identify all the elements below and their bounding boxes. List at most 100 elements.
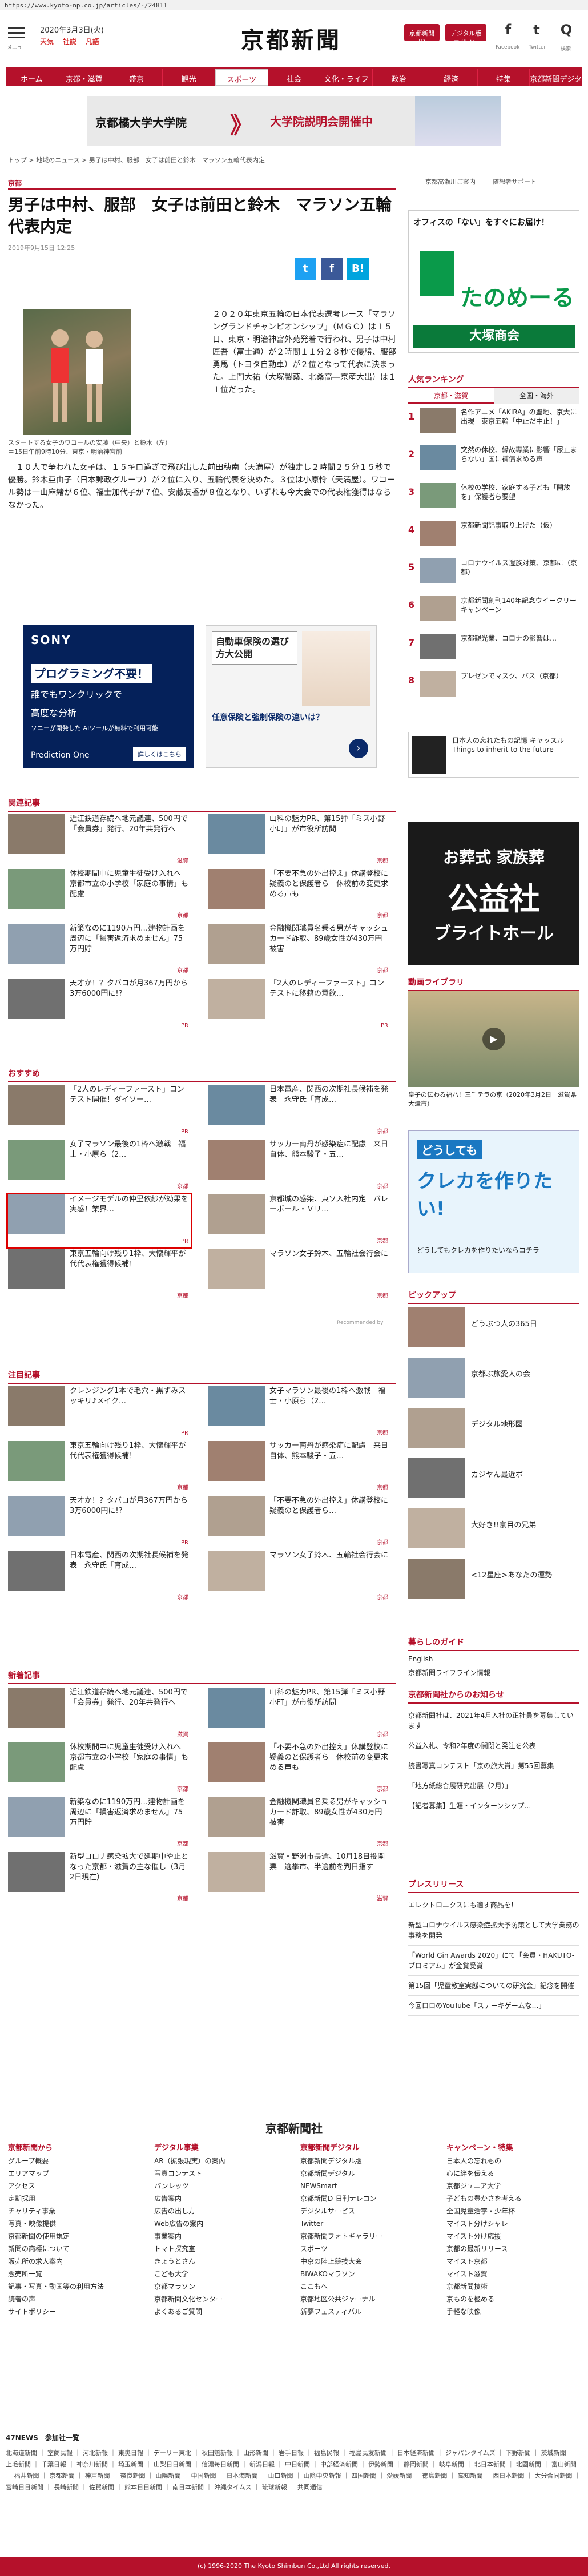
facebook-icon[interactable]: f [498,22,518,42]
footer-link[interactable]: 写真コンテスト [154,2167,285,2180]
footer-link[interactable]: BIWAKOマラソン [300,2268,432,2280]
ranking-item[interactable]: 8 プレゼンでマスク、バス（京都） [408,670,579,700]
article-card[interactable]: 新築なのに1190万円…建物計画を周辺に「損害返済求めません」75万円貯 京都 [8,924,191,976]
notice-item[interactable]: 公益入札、令和2年度の開閉と発注を公表 [408,1736,579,1756]
sony-ad[interactable]: SONY プログラミング不要！ 誰でもワンクリックで 高度な分析 ソニーが開発し… [23,625,194,768]
pickup-item[interactable]: <12星座>あなたの運勢 [408,1557,579,1603]
footer-link[interactable]: 心に絆を伝える [446,2167,578,2180]
breadcrumb[interactable]: トップ > 地域のニュース > 男子は中村、服部 女子は前田と鈴木 マラソン五輪… [8,155,265,164]
site-logo[interactable]: 京都新聞 [206,22,377,55]
nav-kyoto-shiga[interactable]: 京都・滋賀 [58,69,111,86]
news47-members[interactable]: 北海道新聞 ｜ 室蘭民報 ｜ 河北新報 ｜ 東奥日報 ｜ デーリー東北 ｜ 秋田… [6,2448,582,2493]
hotel-ad[interactable]: 日本人の忘れたもの記憶 キャッスル Things to inherit to t… [408,732,579,778]
tanomail-ad[interactable]: オフィスの「ない」をすぐにお届け！ たのめーる 大塚商会 [408,210,579,353]
footer-link[interactable]: 京都新聞デジタル版 [300,2155,432,2167]
nav-culture-life[interactable]: 文化・ライフ [320,69,373,86]
video-caption[interactable]: 皇子の伝わる福ハ！三千テラの京（2020年3月2日 滋賀県大津市） [408,1090,579,1109]
nav-economy[interactable]: 経済 [425,69,478,86]
footer-link[interactable]: 事業案内 [154,2230,285,2243]
footer-link[interactable]: 全国児童活字・少年杯 [446,2205,578,2217]
digital-login-button[interactable]: デジタル版ログイン [445,24,486,46]
kyoto-id-button[interactable]: 京都新聞ID [404,24,440,45]
article-card[interactable]: 近江鉄道存続へ地元議連、500円で「会員券」発行、20年共発行へ 滋賀 [8,1688,191,1740]
footer-link[interactable]: 京都新聞フォトギャラリー [300,2230,432,2243]
article-card[interactable]: 女子マラソン最後の1枠へ激戦 福士・小原ら（2… 京都 [8,1140,191,1192]
pickup-item[interactable]: 大好き!!京目の兄弟 [408,1507,579,1553]
footer-logo[interactable]: 京都新聞社 [0,2119,588,2136]
article-card[interactable]: サッカー南丹が感染症に配慮 来日自体、熊本駿子・五… 京都 [208,1441,390,1494]
article-card[interactable]: 休校期間中に児童生徒受け入れへ 京都市立の小学校「家庭の事情」も配慮 京都 [8,1742,191,1795]
article-card[interactable]: 「2人のレディーファースト」コンテストに移籍の意欲… PR [208,979,390,1031]
tab-national[interactable]: 全国・海外 [494,388,579,404]
article-card[interactable]: イメージモデルの仲里依紗が効果を実感！業界… PR [6,1193,192,1249]
press-item[interactable]: 第15回「児童教室実態についての研究会」記念を開催 [408,1976,579,1996]
footer-link[interactable]: 広告の出し方 [154,2205,285,2217]
article-card[interactable]: 京都城の感染、東ソ入社内定 バレーボール・Ｖリ… 京都 [208,1194,390,1247]
press-item[interactable]: 「World Gin Awards 2020」にて「会員・HAKUTO-ブロミア… [408,1946,579,1976]
weather-link[interactable]: 天気 [40,38,54,46]
article-card[interactable]: 女子マラソン最後の1枠へ激戦 福士・小原ら（2… 京都 [208,1386,390,1439]
article-card[interactable]: サッカー南丹が感染症に配慮 来日自体、熊本駿子・五… 京都 [208,1140,390,1192]
chevron-right-icon[interactable]: › [349,739,368,758]
footer-link[interactable]: 京都新聞文化センター [154,2293,285,2305]
nav-sports[interactable]: スポーツ [215,69,268,86]
footer-link[interactable]: 写真・映像提供 [8,2217,139,2230]
twitter-icon[interactable]: t [526,22,547,42]
play-icon[interactable]: ▶ [482,1028,505,1050]
footer-link[interactable]: トマト探究室 [154,2243,285,2255]
footer-link[interactable]: 京都地区公共ジャーナル [300,2293,432,2305]
footer-link[interactable]: 手軽な映像 [446,2305,578,2318]
article-card[interactable]: 金融機関職員名乗る男がキャッシュカード詐取、89歳女性が430万円被害 京都 [208,924,390,976]
footer-link[interactable]: ここもへ [300,2280,432,2293]
guide-english[interactable]: English [408,1652,579,1666]
footer-link[interactable]: アクセス [8,2180,139,2192]
article-card[interactable]: 「不要不急の外出控え」休講登校に疑義のと保護者ら… 京都 [208,1496,390,1548]
nav-politics[interactable]: 政治 [373,69,425,86]
footer-link[interactable]: AR（拡張現実）の案内 [154,2155,285,2167]
footer-link[interactable]: 販売所の求人案内 [8,2255,139,2268]
press-item[interactable]: 新型コロナウイルス感染症拡大予防策として大学業務の事務を開発 [408,1915,579,1946]
footer-link[interactable]: サイトポリシー [8,2305,139,2318]
footer-link[interactable]: スポーツ [300,2243,432,2255]
pickup-item[interactable]: どうぶつ人の365日 [408,1306,579,1352]
article-card[interactable]: 新築なのに1190万円…建物計画を周辺に「損害返済求めません」75万円貯 京都 [8,1797,191,1850]
footer-link[interactable]: 読者の声 [8,2293,139,2305]
footer-link[interactable]: 広告案内 [154,2192,285,2205]
guide-lifeline[interactable]: 京都新聞ライフライン情報 [408,1666,579,1680]
footer-link[interactable]: 京都新聞の使用規定 [8,2230,139,2243]
article-card[interactable]: マラソン女子鈴木、五輪社会行会に 京都 [208,1249,390,1302]
search-icon[interactable]: Q [556,22,577,42]
footer-link[interactable]: パンレッツ [154,2180,285,2192]
article-card[interactable]: マラソン女子鈴木、五輪社会行会に 京都 [208,1551,390,1603]
footer-link[interactable]: 京都の最新リリース [446,2243,578,2255]
pickup-item[interactable]: デジタル地形図 [408,1407,579,1452]
footer-link[interactable]: Twitter [300,2217,432,2230]
share-facebook-icon[interactable]: f [321,258,343,280]
footer-link[interactable]: 京都マラソン [154,2280,285,2293]
footer-link[interactable]: グループ概要 [8,2155,139,2167]
share-twitter-icon[interactable]: t [295,258,316,280]
press-item[interactable]: 今回ロロのYouTube「ステーキゲームな…」 [408,1996,579,2016]
footer-link[interactable]: NEWSmart [300,2180,432,2192]
footer-link[interactable]: 中京の陸上競技大会 [300,2255,432,2268]
tab-kyoto-shiga[interactable]: 京都・滋賀 [408,388,494,404]
footer-link[interactable]: 京都新聞技術 [446,2280,578,2293]
footer-link[interactable]: デジタルサービス [300,2205,432,2217]
column-link[interactable]: 凡語 [86,38,99,46]
footer-link[interactable]: Web広告の案内 [154,2217,285,2230]
article-card[interactable]: 近江鉄道存続へ地元議連、500円で「会員券」発行、20年共発行へ 滋賀 [8,814,191,867]
article-card[interactable]: 日本電産、関西の次期社長候補を発表 永守氏「育成… 京都 [8,1551,191,1603]
funeral-ad[interactable]: お葬式 家族葬 公益社 ブライトホール [408,822,579,965]
article-card[interactable]: 天才か！？タバコが月367万円から3万6000円に!? PR [8,1496,191,1548]
notice-item[interactable]: 京都新聞社は、2021年4月入社の正社員を募集しています [408,1706,579,1736]
nav-home[interactable]: ホーム [6,69,58,86]
nav-society[interactable]: 社会 [268,69,321,86]
article-card[interactable]: クレンジング1本で毛穴・黒ずみスッキリ♪メイク… PR [8,1386,191,1439]
footer-link[interactable]: マイスト分け応援 [446,2230,578,2243]
article-card[interactable]: 東京五輪向け残り1枠、大懐輝平が代代表権獲得候補！ 京都 [8,1249,191,1302]
article-card[interactable]: 山科の魅力PR、第15弾「ミス小野小町」が市役所訪問 京都 [208,814,390,867]
footer-link[interactable]: 販売所一覧 [8,2268,139,2280]
footer-link[interactable]: 子どもの豊かさを考える [446,2192,578,2205]
footer-link[interactable]: 定期採用 [8,2192,139,2205]
article-card[interactable]: 「2人のレディーファースト」コンテスト開催！ダイソー… PR [8,1085,191,1137]
